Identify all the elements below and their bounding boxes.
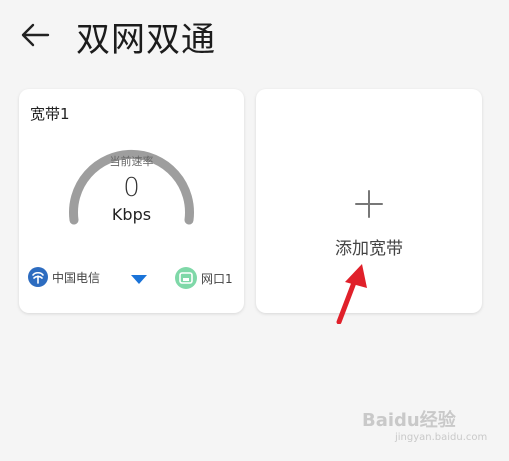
plus-icon xyxy=(355,190,383,218)
speed-label: 当前速率 xyxy=(109,155,154,168)
speed-unit: Kbps xyxy=(111,205,152,224)
isp-info: 中国电信 xyxy=(28,267,100,287)
arrow-left-icon xyxy=(21,23,50,47)
ethernet-port-icon xyxy=(175,267,197,289)
header: 双网双通 xyxy=(0,0,509,80)
add-broadband-label: 添加宽带 xyxy=(335,239,403,259)
watermark-logo: Baidu经验 xyxy=(362,410,456,431)
broadband-card[interactable]: 宽带1 当前速率 0 Kbps 中国电信 网口1 xyxy=(19,89,244,313)
port-name: 网口1 xyxy=(201,271,233,286)
port-info: 网口1 xyxy=(175,267,233,289)
isp-name: 中国电信 xyxy=(52,270,101,285)
china-telecom-icon xyxy=(28,267,48,287)
red-arrow-annotation xyxy=(336,264,367,324)
page-title: 双网双通 xyxy=(76,20,216,60)
back-button[interactable] xyxy=(18,18,52,52)
watermark-url: jingyan.baidu.com xyxy=(395,432,488,443)
speed-value: 0 xyxy=(123,173,140,203)
dropdown-arrow-icon[interactable] xyxy=(131,275,147,284)
